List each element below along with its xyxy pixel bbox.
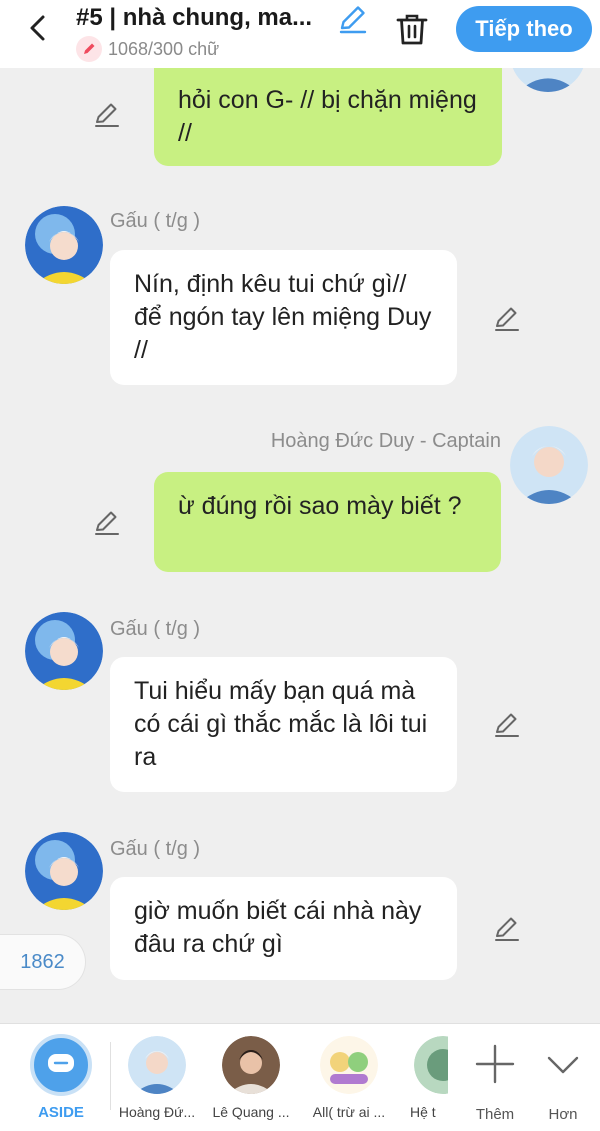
message-bubble[interactable]: giờ muốn biết cái nhà này đâu ra chứ gì (110, 877, 457, 980)
edit-message-icon[interactable] (492, 710, 522, 740)
character-label: All( trừ ai ... (312, 1104, 386, 1120)
character-tab[interactable]: Hoàng Đứ... (112, 1024, 202, 1131)
message-bubble[interactable]: Nín, định kêu tui chứ gì// để ngón tay l… (110, 250, 457, 385)
message-bubble[interactable]: Tui hiểu mấy bạn quá mà có cái gì thắc m… (110, 657, 457, 792)
character-tab[interactable]: Hệ t (398, 1024, 448, 1131)
add-label: Thêm (475, 1106, 515, 1123)
message-counter[interactable]: 1862 (0, 934, 86, 990)
character-label: Lê Quang ... (212, 1104, 290, 1120)
divider (110, 1042, 111, 1110)
add-character-button[interactable]: Thêm (465, 1038, 525, 1128)
back-arrow-icon[interactable] (22, 10, 56, 46)
character-tab[interactable]: All( trừ ai ... (304, 1024, 394, 1131)
character-label: Hoàng Đứ... (118, 1104, 196, 1120)
edit-title-icon[interactable] (336, 2, 370, 36)
pencil-badge-icon (76, 36, 102, 62)
edit-message-icon[interactable] (92, 100, 122, 130)
edit-message-icon[interactable] (492, 914, 522, 944)
chevron-down-icon (547, 1056, 579, 1074)
character-bar: ASIDE Hoàng Đứ... Lê Quang ... All( trừ … (0, 1023, 600, 1131)
character-avatar (222, 1036, 280, 1094)
author-avatar[interactable] (25, 612, 103, 690)
edit-message-icon[interactable] (92, 508, 122, 538)
message-bubble[interactable]: hỏi con G- // bị chặn miệng // (154, 66, 502, 166)
plus-icon (475, 1044, 515, 1084)
sender-name: Gấu ( t/g ) (110, 618, 201, 640)
next-button[interactable]: Tiếp theo (456, 6, 592, 52)
sender-name: Gấu ( t/g ) (110, 210, 201, 232)
character-avatar (320, 1036, 378, 1094)
character-avatar (414, 1036, 448, 1094)
character-label: Hệ t (410, 1104, 436, 1120)
sender-name: Gấu ( t/g ) (110, 838, 201, 860)
word-count-row: 1068/300 chữ (76, 36, 219, 62)
word-count: 1068/300 chữ (108, 38, 220, 59)
edit-message-icon[interactable] (492, 304, 522, 334)
aside-label: ASIDE (38, 1104, 84, 1121)
sender-name: Hoàng Đức Duy - Captain (270, 430, 501, 452)
more-button[interactable]: Hơn (533, 1038, 593, 1128)
trash-icon[interactable] (394, 10, 430, 48)
character-avatar (128, 1036, 186, 1094)
message-bubble[interactable]: ừ đúng rồi sao mày biết ? (154, 472, 501, 572)
character-tab[interactable]: Lê Quang ... (206, 1024, 296, 1131)
aside-bubble-icon (30, 1034, 92, 1096)
captain-avatar[interactable] (510, 426, 588, 504)
author-avatar[interactable] (25, 206, 103, 284)
top-bar: #5 | nhà chung, ma... 1068/300 chữ Tiếp … (0, 0, 600, 68)
author-avatar[interactable] (25, 832, 103, 910)
more-label: Hơn (548, 1106, 578, 1123)
chapter-title[interactable]: #5 | nhà chung, ma... (76, 4, 334, 32)
